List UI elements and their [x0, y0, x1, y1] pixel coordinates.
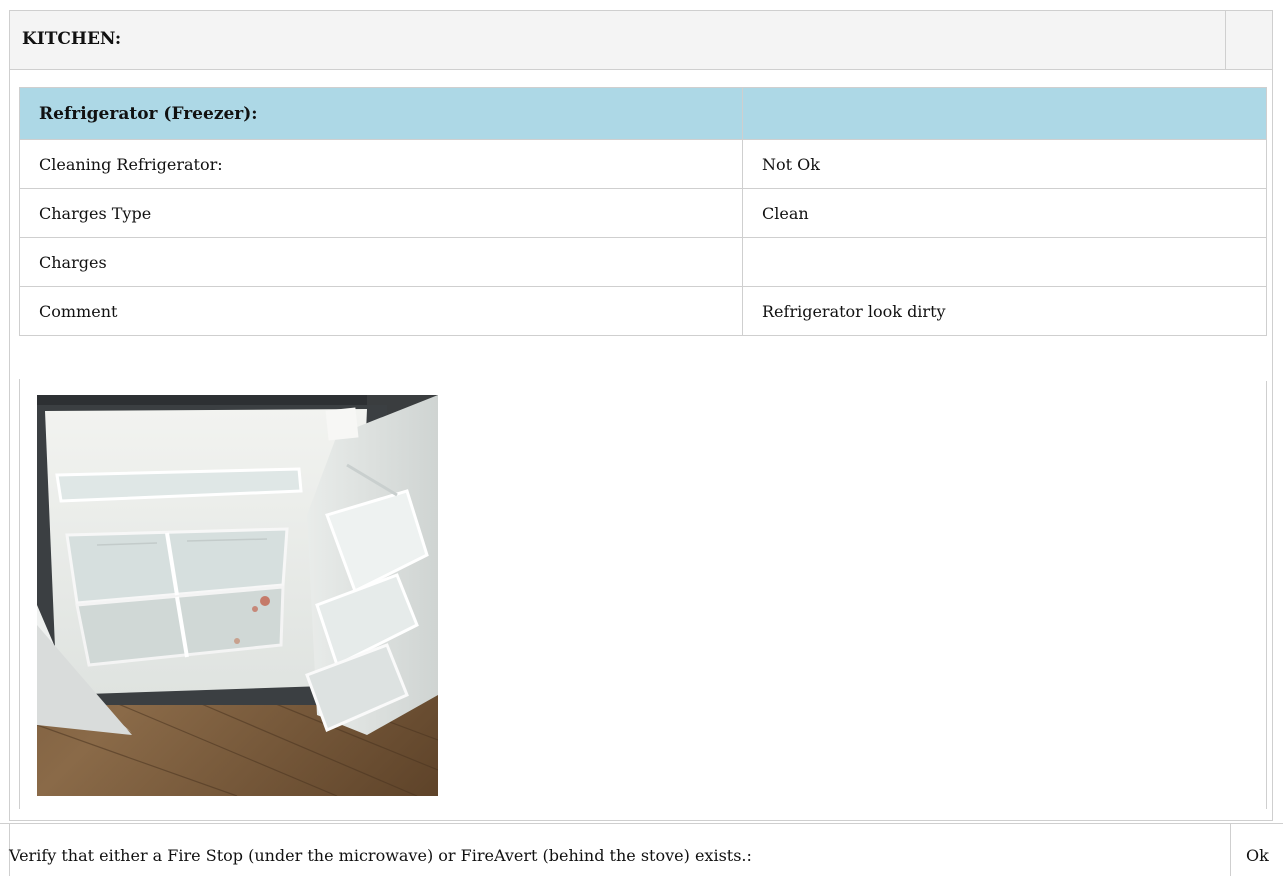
- refrigerator-photo[interactable]: [37, 395, 438, 796]
- row-label: Cleaning Refrigerator:: [19, 139, 743, 189]
- fire-stop-label: Verify that either a Fire Stop (under th…: [9, 846, 752, 865]
- inspection-report-page: KITCHEN: Refrigerator (Freezer): Cleanin…: [0, 0, 1283, 876]
- photo-block-right-rule: [1266, 381, 1267, 809]
- kitchen-section-header: KITCHEN:: [10, 11, 1272, 70]
- refrigerator-header-value: [742, 87, 1267, 140]
- row-label: Comment: [19, 286, 743, 336]
- bottom-column-divider: [1230, 824, 1231, 876]
- row-value: Not Ok: [742, 139, 1267, 189]
- fire-stop-value: Ok: [1246, 846, 1269, 865]
- refrigerator-title: Refrigerator (Freezer):: [19, 87, 743, 140]
- refrigerator-header-row: Refrigerator (Freezer):: [19, 87, 1267, 140]
- row-label: Charges: [19, 237, 743, 287]
- refrigerator-table: Refrigerator (Freezer): Cleaning Refrige…: [19, 87, 1267, 336]
- row-value: [742, 237, 1267, 287]
- table-row: Charges Type Clean: [19, 188, 1267, 238]
- table-row: Charges: [19, 237, 1267, 287]
- fire-stop-row: Verify that either a Fire Stop (under th…: [0, 823, 1283, 876]
- header-column-divider: [1225, 11, 1226, 69]
- row-value: Refrigerator look dirty: [742, 286, 1267, 336]
- table-row: Comment Refrigerator look dirty: [19, 286, 1267, 336]
- row-label: Charges Type: [19, 188, 743, 238]
- table-row: Cleaning Refrigerator: Not Ok: [19, 139, 1267, 189]
- section-title: KITCHEN:: [22, 29, 122, 49]
- row-value: Clean: [742, 188, 1267, 238]
